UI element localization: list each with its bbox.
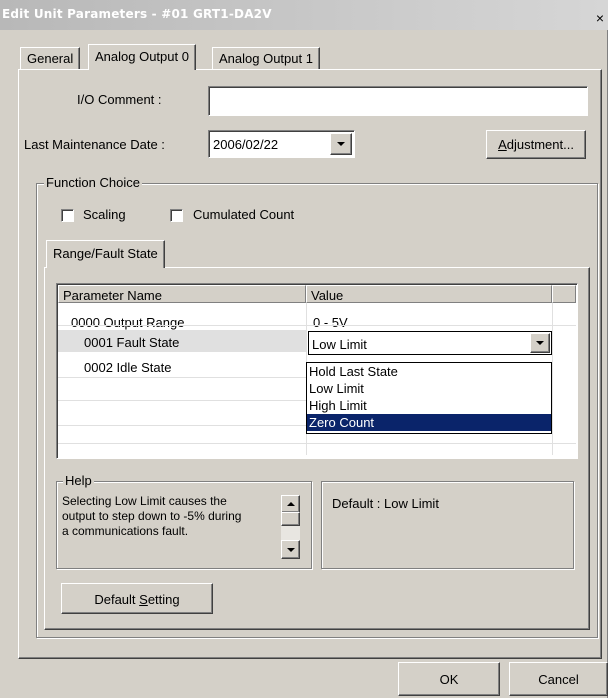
cumulated-count-label: Cumulated Count [193, 207, 295, 222]
default-setting-label-rest: etting [147, 592, 180, 607]
tab-range-fault-state[interactable]: Range/Fault State [46, 240, 165, 268]
dropdown-option-low-limit[interactable]: Low Limit [307, 380, 551, 397]
title-bar[interactable]: Edit Unit Parameters - #01 GRT1-DA2V × [0, 0, 608, 30]
io-comment-label: I/O Comment : [77, 92, 162, 107]
last-maintenance-date-picker[interactable]: 2006/02/22 [208, 130, 355, 158]
close-icon[interactable]: × [593, 11, 607, 25]
grid-header-value[interactable]: Value [306, 285, 552, 303]
edit-unit-parameters-dialog: Edit Unit Parameters - #01 GRT1-DA2V × G… [0, 0, 608, 698]
adjustment-button[interactable]: Adjustment... [486, 130, 586, 159]
default-setting-label: Default [94, 592, 140, 607]
dropdown-option-high-limit[interactable]: High Limit [307, 397, 551, 414]
ok-button[interactable]: OK [398, 662, 500, 696]
default-setting-button[interactable]: Default Setting [61, 583, 213, 614]
scaling-label: Scaling [83, 207, 126, 222]
param-value-0000: 0 - 5V [313, 315, 348, 330]
grid-header-value-label: Value [311, 288, 344, 303]
grid-row-divider [58, 400, 306, 401]
grid-row-divider [58, 443, 576, 444]
fault-state-combobox[interactable]: Low Limit [308, 331, 552, 355]
adjustment-button-mnemonic: A [498, 137, 507, 152]
chevron-down-icon [536, 341, 544, 345]
tab-analog-output-1-label: Analog Output 1 [219, 51, 313, 66]
grid-header-parameter-name-label: Parameter Name [63, 288, 162, 303]
tab-analog-output-0-label: Analog Output 0 [95, 49, 189, 64]
scroll-up-icon [287, 502, 295, 506]
scaling-checkbox[interactable] [61, 209, 74, 222]
function-choice-label: Function Choice [44, 175, 142, 190]
default-value-text: Default : Low Limit [332, 496, 439, 511]
scroll-down-icon [287, 548, 295, 552]
help-text: Selecting Low Limit causes the output to… [62, 494, 284, 539]
param-value-0001: Low Limit [312, 337, 367, 352]
fault-state-dropdown-list: Hold Last State Low Limit High Limit Zer… [306, 362, 552, 434]
grid-header-blank [552, 285, 576, 303]
cancel-button-label: Cancel [538, 672, 579, 687]
date-dropdown-button[interactable] [330, 133, 352, 155]
dropdown-option-zero-count[interactable]: Zero Count [307, 414, 551, 431]
chevron-down-icon [337, 142, 345, 146]
help-text-line: output to step down to -5% during [62, 509, 242, 523]
tab-analog-output-0[interactable]: Analog Output 0 [88, 44, 196, 70]
window-title: Edit Unit Parameters - #01 GRT1-DA2V [2, 7, 272, 21]
help-label: Help [63, 473, 94, 488]
tab-general[interactable]: General [20, 47, 81, 69]
dropdown-option-hold-last-state[interactable]: Hold Last State [307, 363, 551, 380]
parameter-grid: Parameter Name Value 0000 Output Range 0… [58, 285, 576, 457]
tab-general-label: General [27, 51, 74, 66]
last-maintenance-date-value: 2006/02/22 [213, 137, 279, 152]
last-maintenance-date-label: Last Maintenance Date : [24, 137, 165, 152]
tab-analog-output-1[interactable]: Analog Output 1 [212, 47, 320, 69]
param-name-0002: 0002 Idle State [84, 360, 172, 375]
adjustment-button-label: djustment... [506, 137, 574, 152]
grid-row-0001[interactable]: 0001 Fault State [58, 330, 306, 352]
help-scrollbar[interactable] [281, 495, 300, 559]
io-comment-input[interactable] [208, 86, 588, 116]
grid-row-divider [58, 325, 576, 326]
default-setting-mnemonic: S [139, 592, 148, 607]
default-value-panel: Default : Low Limit [321, 481, 574, 569]
cumulated-count-checkbox[interactable] [170, 209, 183, 222]
scroll-thumb[interactable] [281, 512, 300, 526]
grid-row-divider [58, 425, 306, 426]
grid-row-0000[interactable]: 0000 Output Range 0 - 5V [58, 303, 576, 330]
grid-row-0002[interactable]: 0002 Idle State [58, 355, 306, 377]
cancel-button[interactable]: Cancel [509, 662, 608, 696]
help-text-line: a communications fault. [62, 524, 189, 538]
fault-state-dropdown-button[interactable] [530, 333, 550, 353]
grid-header-parameter-name[interactable]: Parameter Name [58, 285, 306, 303]
param-name-0000: 0000 Output Range [71, 315, 185, 330]
scroll-down-button[interactable] [281, 540, 300, 559]
tab-range-fault-state-label: Range/Fault State [53, 246, 158, 261]
grid-row-divider [58, 377, 306, 378]
help-text-line: Selecting Low Limit causes the [62, 494, 227, 508]
param-name-0001: 0001 Fault State [84, 335, 180, 350]
scroll-up-button[interactable] [281, 495, 300, 513]
ok-button-label: OK [439, 672, 459, 687]
